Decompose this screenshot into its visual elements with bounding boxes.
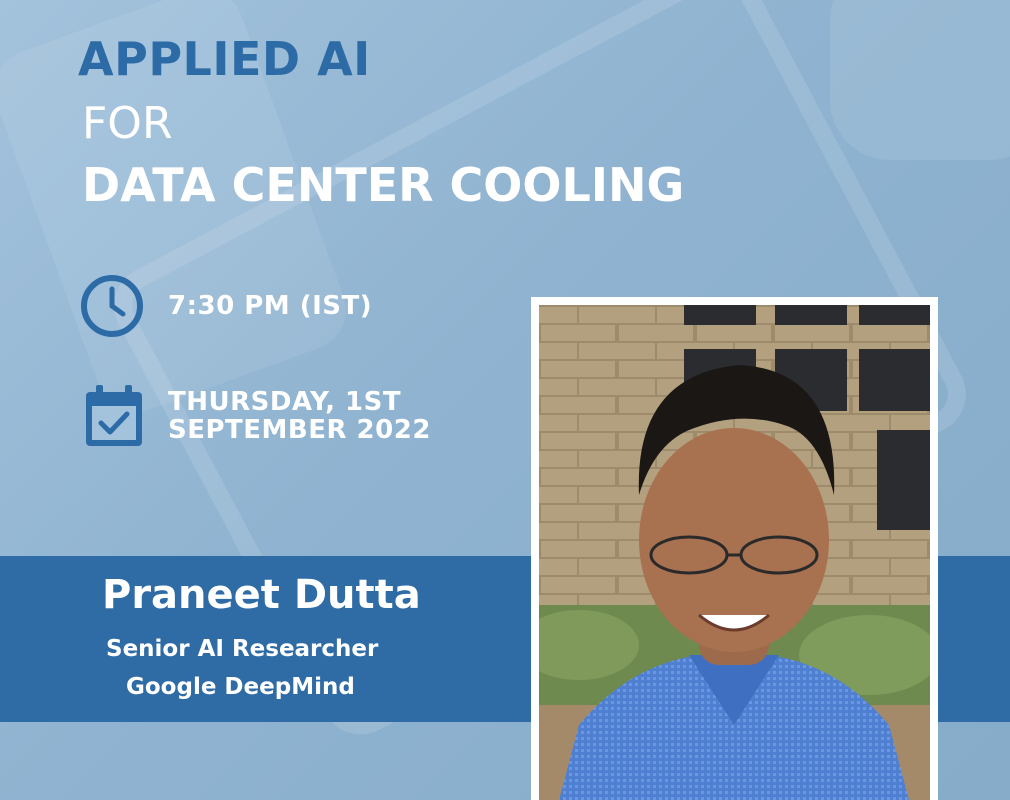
speaker-photo	[539, 305, 930, 800]
event-date-line-1: THURSDAY, 1ST	[168, 387, 402, 417]
event-date-row: THURSDAY, 1ST SEPTEMBER 2022	[80, 382, 431, 450]
event-time: 7:30 PM (IST)	[168, 291, 373, 321]
title-line-2: FOR	[82, 98, 173, 149]
speaker-organization: Google DeepMind	[126, 674, 355, 700]
event-date-line-2: SEPTEMBER 2022	[168, 415, 431, 445]
title-line-1: APPLIED AI	[78, 32, 371, 86]
event-date: THURSDAY, 1ST SEPTEMBER 2022	[168, 388, 431, 444]
speaker-photo-frame	[531, 297, 938, 800]
speaker-name: Praneet Dutta	[102, 572, 421, 618]
calendar-check-icon	[80, 382, 148, 450]
speaker-role: Senior AI Researcher	[106, 636, 379, 662]
title-line-3: DATA CENTER COOLING	[82, 158, 685, 212]
event-time-row: 7:30 PM (IST)	[78, 272, 372, 340]
clock-icon	[78, 272, 146, 340]
background-corner-shape	[830, 0, 1010, 160]
